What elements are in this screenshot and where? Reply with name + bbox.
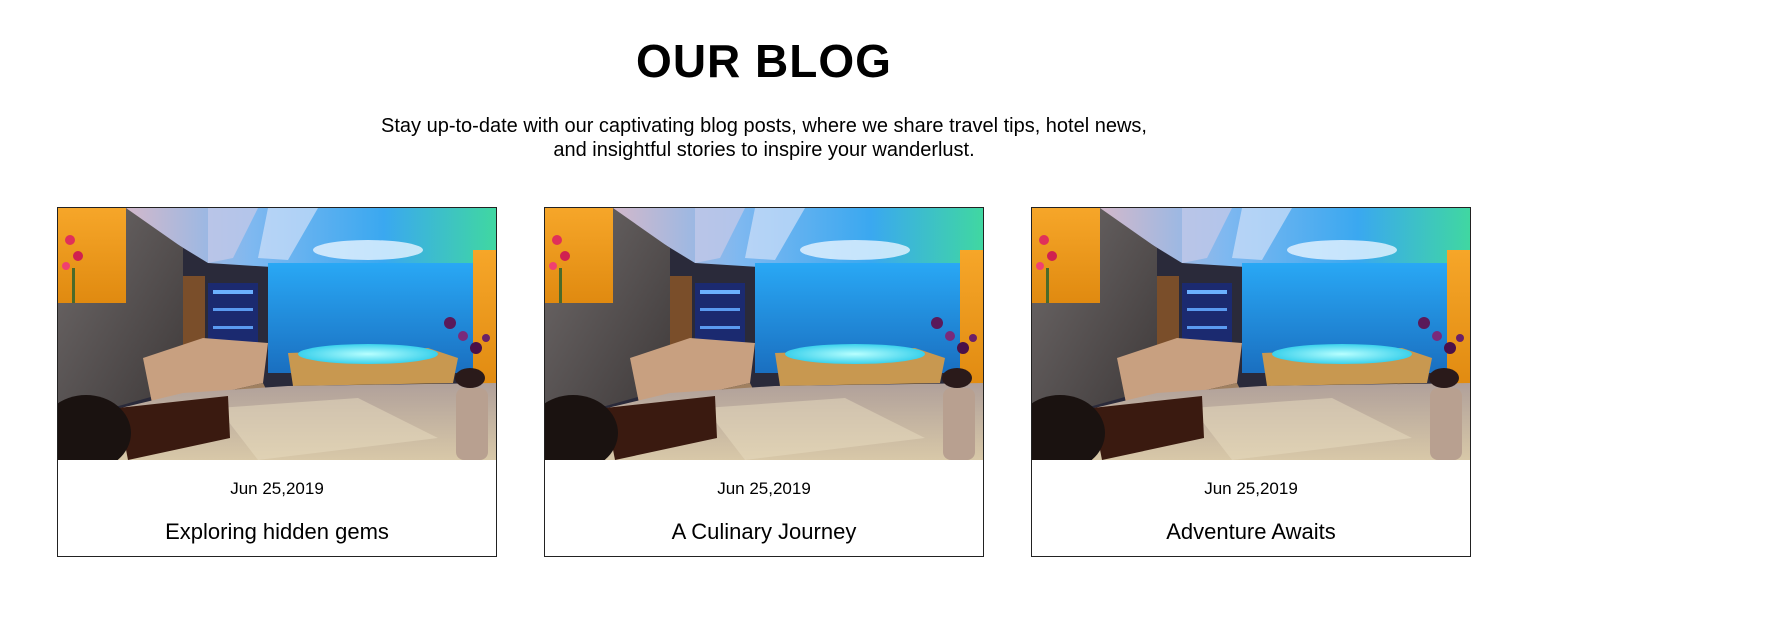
blog-card-date: Jun 25,2019 (230, 479, 324, 498)
section-title: OUR BLOG (636, 35, 892, 87)
blog-card-image[interactable] (545, 208, 984, 460)
blog-card-title[interactable]: A Culinary Journey (545, 519, 983, 545)
subtitle-line-2: and insightful stories to inspire your w… (553, 139, 975, 161)
blog-card-title[interactable]: Exploring hidden gems (58, 519, 496, 545)
blog-card-date: Jun 25,2019 (717, 479, 811, 498)
subtitle-line-1: Stay up-to-date with our captivating blo… (381, 115, 1147, 137)
section-subtitle: Stay up-to-date with our captivating blo… (0, 114, 1528, 162)
blog-card[interactable]: Jun 25,2019 Adventure Awaits (1031, 207, 1471, 557)
blog-card-image[interactable] (58, 208, 497, 460)
blog-card-date: Jun 25,2019 (1204, 479, 1298, 498)
blog-card-image[interactable] (1032, 208, 1471, 460)
blog-card[interactable]: Jun 25,2019 A Culinary Journey (544, 207, 984, 557)
blog-card[interactable]: Jun 25,2019 Exploring hidden gems (57, 207, 497, 557)
blog-section: OUR BLOG Stay up-to-date with our captiv… (0, 0, 1778, 636)
blog-card-title[interactable]: Adventure Awaits (1032, 519, 1470, 545)
